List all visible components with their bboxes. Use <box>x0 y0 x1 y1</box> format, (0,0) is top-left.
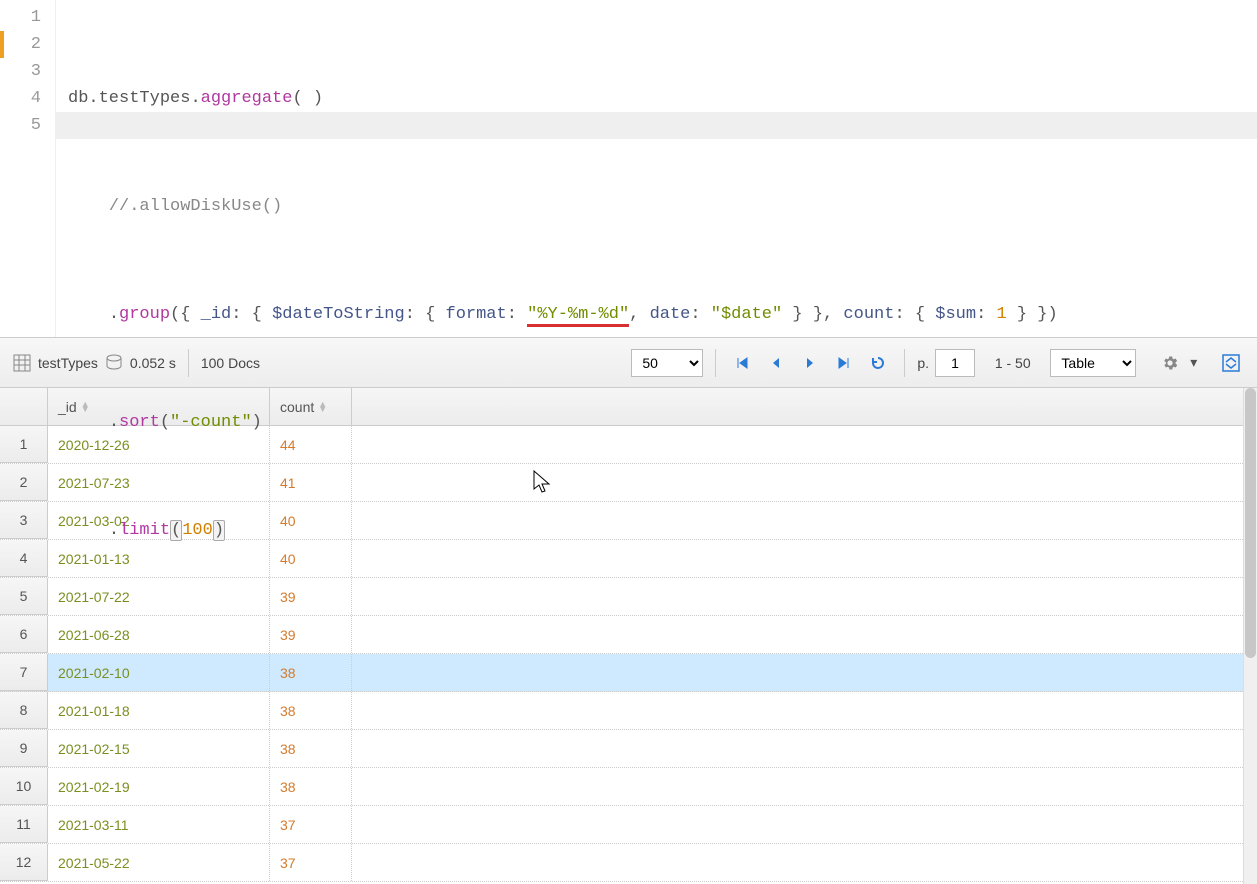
cell-id[interactable]: 2021-02-19 <box>48 768 270 805</box>
cell-count[interactable]: 37 <box>270 844 352 881</box>
cell-count[interactable]: 40 <box>270 502 352 539</box>
line-number: 5 <box>0 112 41 139</box>
row-number-cell: 1 <box>0 426 48 463</box>
cell-id[interactable]: 2021-02-10 <box>48 654 270 691</box>
table-icon <box>12 353 32 373</box>
cell-count[interactable]: 40 <box>270 540 352 577</box>
table-row[interactable]: 112021-03-1137 <box>0 806 1257 844</box>
table-row[interactable]: 22021-07-2341 <box>0 464 1257 502</box>
results-panel: _id ▲▼ count ▲▼ 12020-12-264422021-07-23… <box>0 388 1257 884</box>
row-number-cell: 9 <box>0 730 48 767</box>
row-number-cell: 7 <box>0 654 48 691</box>
cell-id[interactable]: 2021-07-22 <box>48 578 270 615</box>
row-number-cell: 5 <box>0 578 48 615</box>
code-line[interactable]: .group({ _id: { $dateToString: { format:… <box>68 301 1257 328</box>
table-row[interactable]: 52021-07-2239 <box>0 578 1257 616</box>
line-number: 4 <box>0 85 41 112</box>
cell-id[interactable]: 2021-02-15 <box>48 730 270 767</box>
line-number: 2 <box>0 31 41 58</box>
cell-count[interactable]: 38 <box>270 692 352 729</box>
row-number-cell: 11 <box>0 806 48 843</box>
row-number-cell: 4 <box>0 540 48 577</box>
line-number: 1 <box>0 4 41 31</box>
table-row[interactable]: 62021-06-2839 <box>0 616 1257 654</box>
cell-id[interactable]: 2021-06-28 <box>48 616 270 653</box>
cell-count[interactable]: 38 <box>270 768 352 805</box>
cell-count[interactable]: 38 <box>270 654 352 691</box>
scrollbar-thumb[interactable] <box>1245 388 1256 658</box>
row-number-cell: 3 <box>0 502 48 539</box>
column-header-count[interactable]: count ▲▼ <box>270 388 352 425</box>
cell-count[interactable]: 41 <box>270 464 352 501</box>
row-number-cell: 8 <box>0 692 48 729</box>
code-editor[interactable]: 12345 db.testTypes.aggregate( ) //.allow… <box>0 0 1257 338</box>
cell-id[interactable]: 2021-03-11 <box>48 806 270 843</box>
line-number-gutter: 12345 <box>0 0 56 337</box>
table-body[interactable]: 12020-12-264422021-07-234132021-03-02404… <box>0 426 1257 884</box>
row-number-cell: 6 <box>0 616 48 653</box>
table-row[interactable]: 72021-02-1038 <box>0 654 1257 692</box>
cell-count[interactable]: 37 <box>270 806 352 843</box>
code-line[interactable]: db.testTypes.aggregate( ) <box>68 85 1257 112</box>
cell-id[interactable]: 2021-07-23 <box>48 464 270 501</box>
code-line[interactable]: //.allowDiskUse() <box>68 193 1257 220</box>
column-header-count-label: count <box>280 399 314 415</box>
table-row[interactable]: 42021-01-1340 <box>0 540 1257 578</box>
table-row[interactable]: 102021-02-1938 <box>0 768 1257 806</box>
table-row[interactable]: 122021-05-2237 <box>0 844 1257 882</box>
sort-icon: ▲▼ <box>318 402 327 412</box>
modified-line-marker <box>0 31 4 58</box>
row-number-header <box>0 388 48 425</box>
table-row[interactable]: 92021-02-1538 <box>0 730 1257 768</box>
cell-id[interactable]: 2021-01-13 <box>48 540 270 577</box>
vertical-scrollbar[interactable] <box>1243 388 1257 884</box>
column-header-id-label: _id <box>58 399 77 415</box>
cell-count[interactable]: 44 <box>270 426 352 463</box>
row-number-cell: 2 <box>0 464 48 501</box>
sort-icon: ▲▼ <box>81 402 90 412</box>
cell-count[interactable]: 39 <box>270 578 352 615</box>
row-number-cell: 12 <box>0 844 48 881</box>
table-row[interactable]: 82021-01-1838 <box>0 692 1257 730</box>
cell-id[interactable]: 2021-05-22 <box>48 844 270 881</box>
row-number-cell: 10 <box>0 768 48 805</box>
code-content[interactable]: db.testTypes.aggregate( ) //.allowDiskUs… <box>56 0 1257 337</box>
cell-count[interactable]: 38 <box>270 730 352 767</box>
cell-id[interactable]: 2021-01-18 <box>48 692 270 729</box>
line-number: 3 <box>0 58 41 85</box>
cell-count[interactable]: 39 <box>270 616 352 653</box>
